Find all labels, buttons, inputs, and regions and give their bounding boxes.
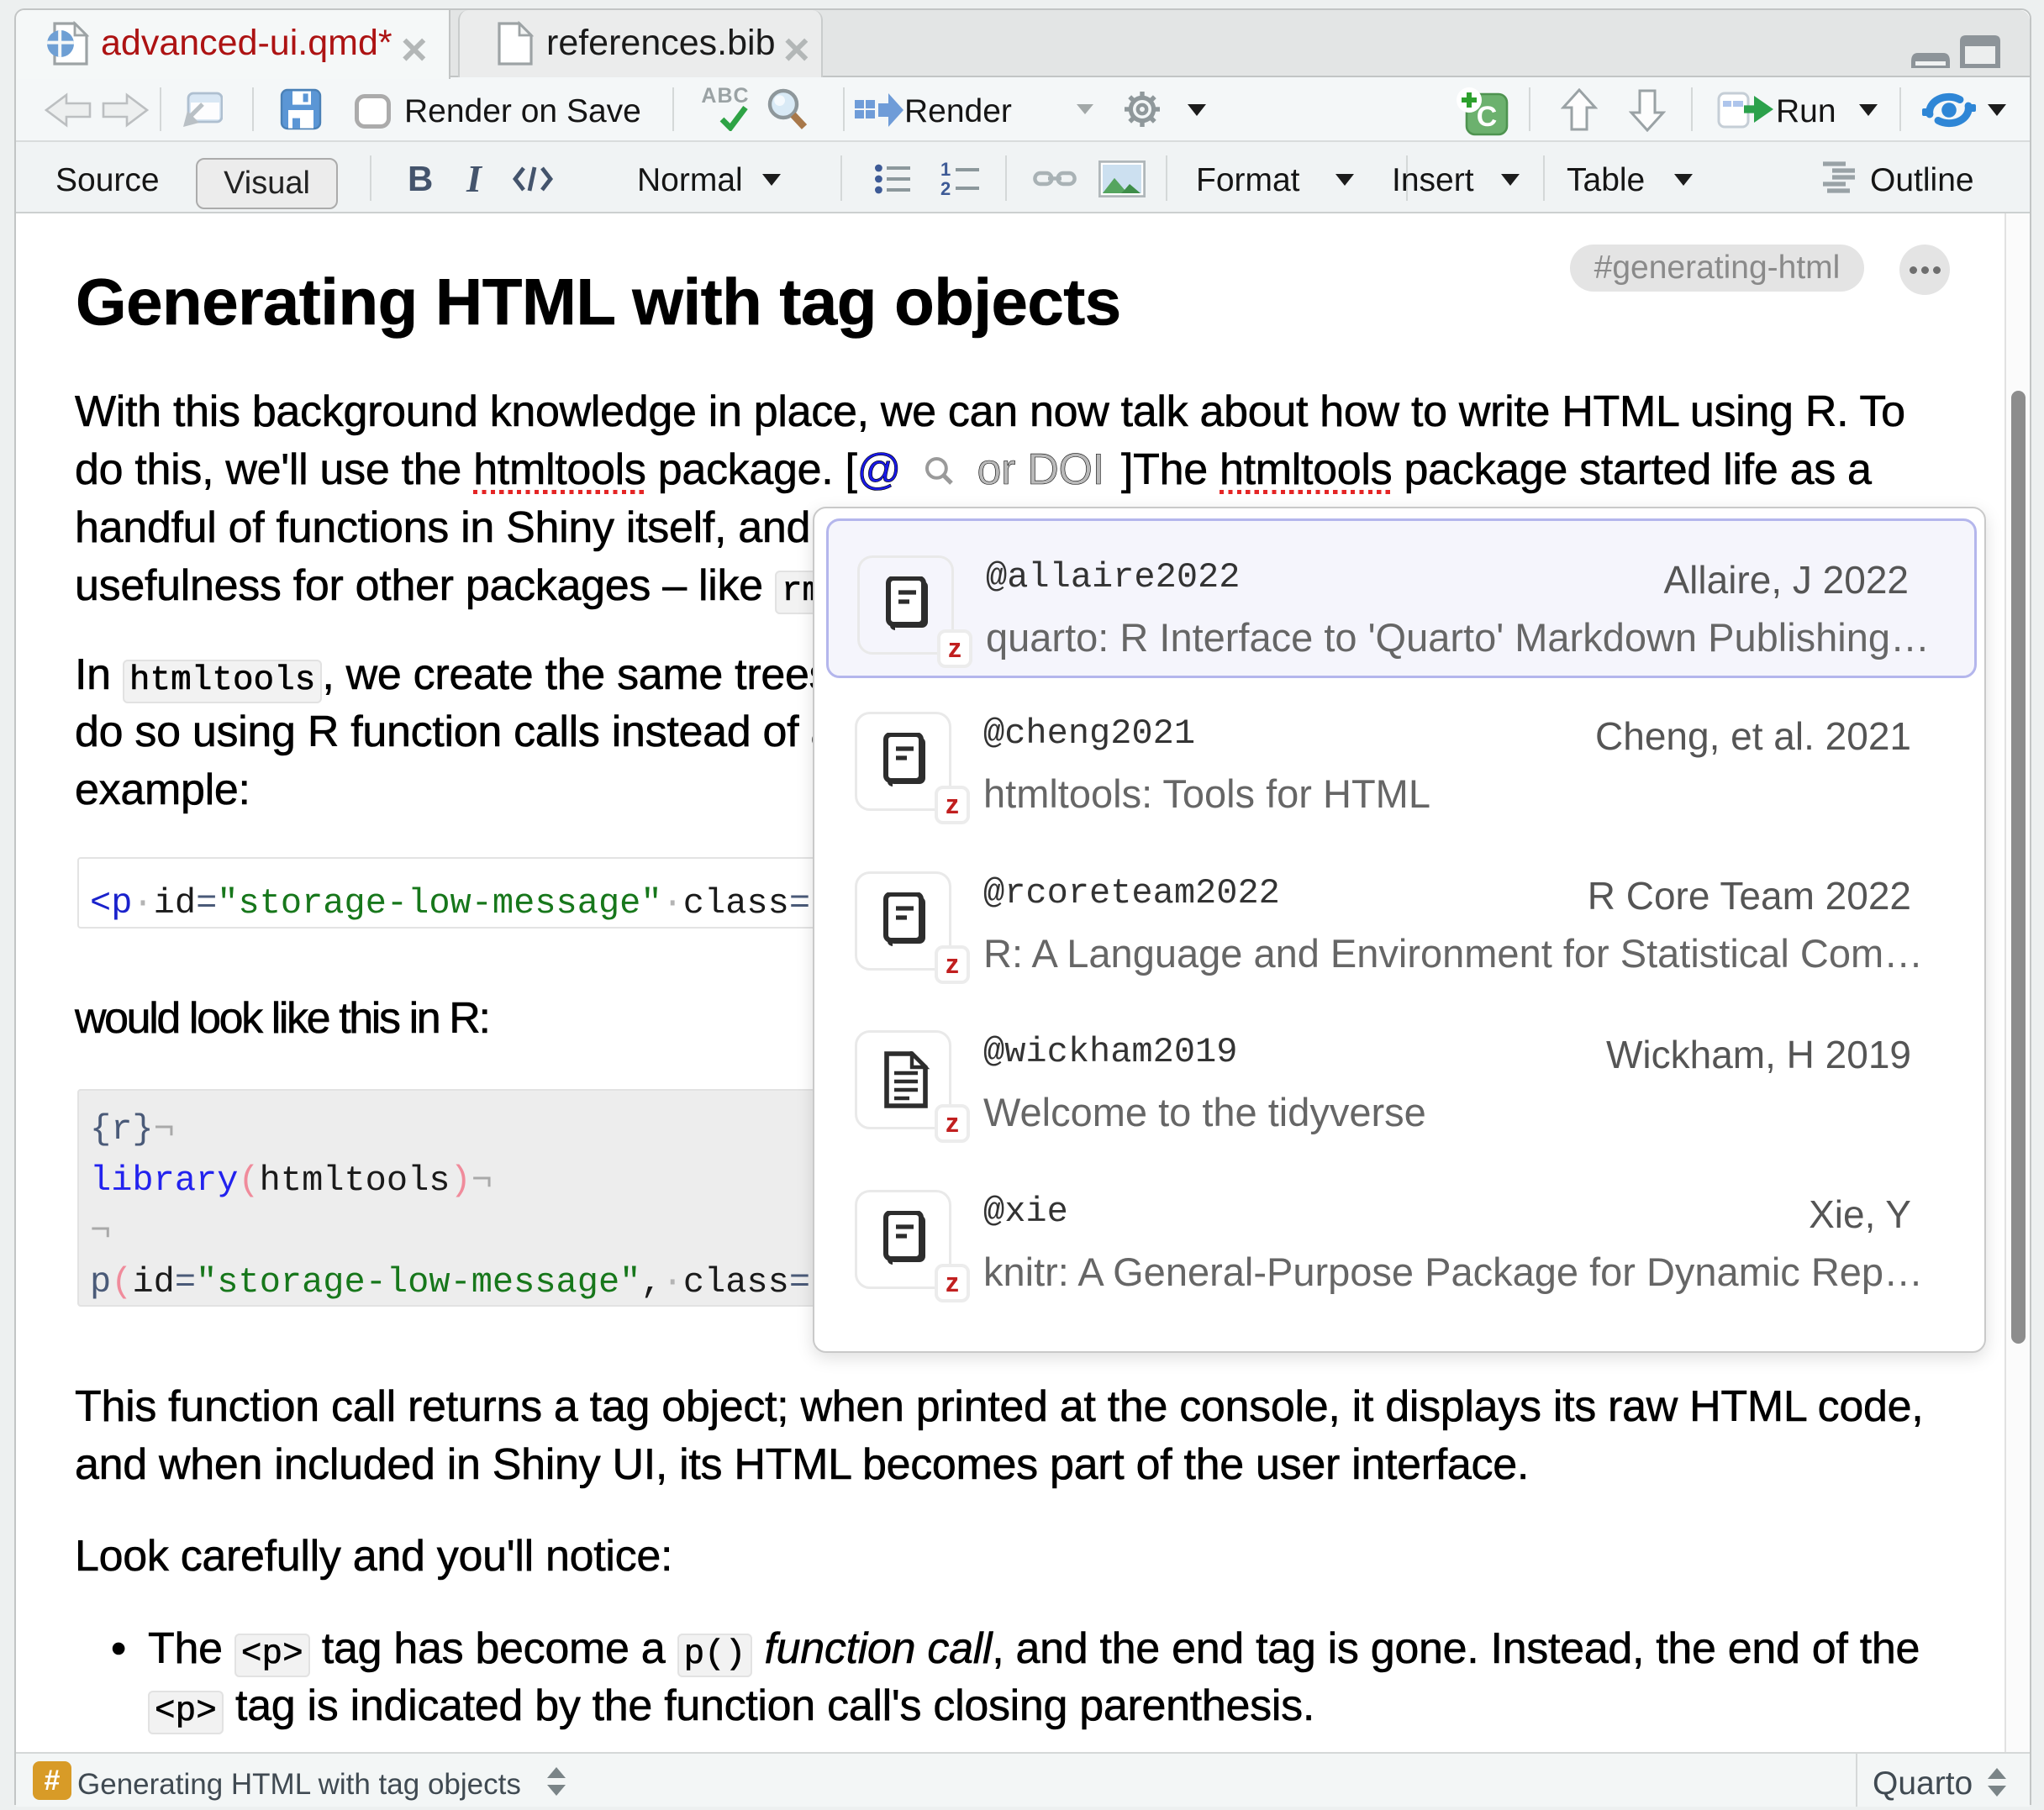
svg-text:2: 2 bbox=[940, 178, 951, 196]
svg-text:1: 1 bbox=[940, 162, 951, 180]
